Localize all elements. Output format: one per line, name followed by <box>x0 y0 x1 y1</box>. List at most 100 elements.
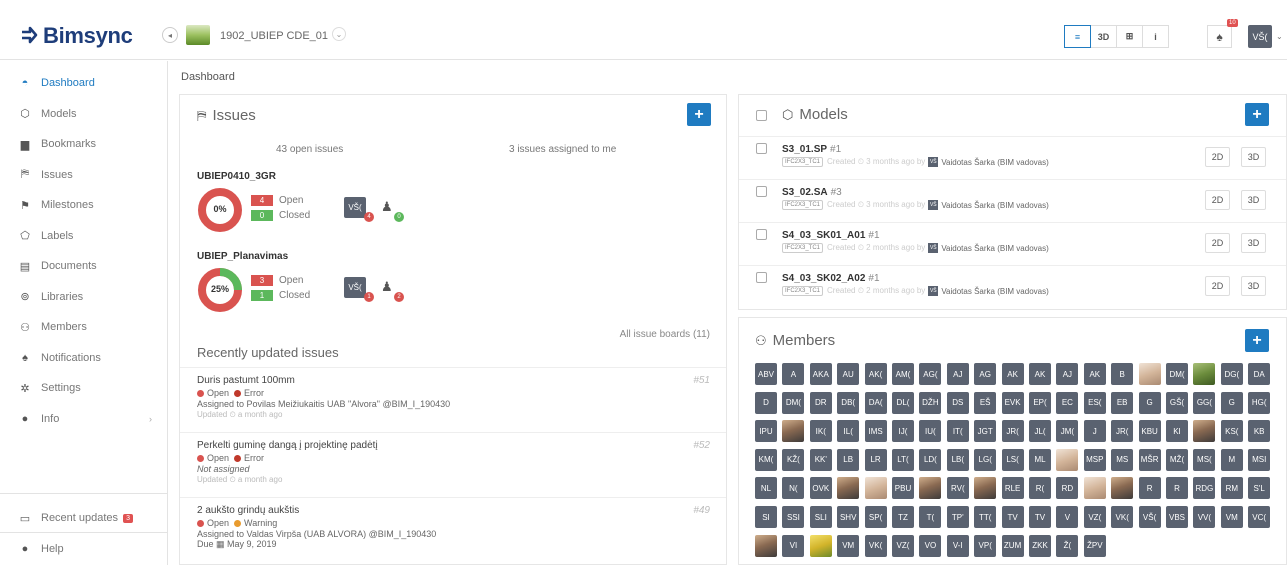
open-2d-button[interactable]: 2D <box>1205 233 1230 253</box>
member-avatar[interactable]: RD <box>1056 477 1079 500</box>
member-avatar[interactable]: OVK <box>809 477 832 500</box>
member-avatar[interactable]: VP( <box>974 534 997 557</box>
member-avatar[interactable]: AM( <box>892 363 914 385</box>
add-model-button[interactable]: + <box>1245 103 1269 126</box>
member-avatar[interactable]: JR( <box>1111 420 1134 443</box>
open-issues-count[interactable]: 43 open issues <box>276 144 343 155</box>
sidebar-item-recent-updates[interactable]: ▭ Recent updates 3 <box>0 506 168 530</box>
view-button-list[interactable]: ≡ <box>1064 25 1091 48</box>
member-avatar[interactable]: AJ <box>1056 363 1079 385</box>
add-issue-button[interactable]: + <box>687 103 711 126</box>
member-avatar[interactable]: VZ( <box>1083 506 1106 528</box>
recent-issue-item[interactable]: Perkelti guminę dangą į projektinę padėt… <box>180 432 726 497</box>
collapse-sidebar-button[interactable]: ◂ <box>162 27 178 43</box>
open-3d-button[interactable]: 3D <box>1241 190 1266 210</box>
member-avatar[interactable]: DB( <box>837 391 860 414</box>
member-avatar[interactable]: DG( <box>1220 363 1243 385</box>
member-avatar[interactable]: JL( <box>1029 420 1051 443</box>
member-avatar[interactable]: EVK <box>1001 391 1024 414</box>
sidebar-item-milestones[interactable]: ⚑ Milestones <box>0 193 168 217</box>
member-avatar[interactable]: SLI <box>809 506 832 528</box>
member-photo-avatar[interactable] <box>837 477 860 500</box>
member-avatar[interactable]: AKA <box>809 363 832 385</box>
member-avatar[interactable]: LB <box>837 448 860 471</box>
member-avatar[interactable]: SI <box>755 506 777 528</box>
member-avatar[interactable]: MS <box>1111 448 1134 471</box>
sidebar-item-help[interactable]: ● Help <box>0 537 168 561</box>
member-avatar[interactable]: DM( <box>1166 363 1188 385</box>
member-avatar[interactable]: ES( <box>1083 391 1106 414</box>
member-avatar[interactable]: V-I <box>946 534 969 557</box>
member-avatar[interactable]: VBS <box>1166 506 1188 528</box>
member-avatar[interactable]: T( <box>919 506 942 528</box>
member-avatar[interactable]: VZ( <box>892 534 914 557</box>
member-avatar[interactable]: HG( <box>1248 391 1271 414</box>
member-avatar[interactable]: EŠ <box>974 391 997 414</box>
member-avatar[interactable]: EB <box>1111 391 1134 414</box>
model-row[interactable]: S4_03_SK02_A02 #1 IFC2X3_TC1 Created ⏲ 2 mo… <box>739 265 1286 305</box>
member-avatar[interactable]: PBU <box>892 477 914 500</box>
issue-board-donut[interactable]: 0% <box>197 187 243 233</box>
member-avatar[interactable]: ZKK <box>1029 534 1051 557</box>
member-avatar[interactable]: MŠR <box>1138 448 1161 471</box>
model-name[interactable]: S4_03_SK02_A02 #1 <box>782 273 880 284</box>
model-checkbox[interactable] <box>756 186 767 197</box>
member-avatar[interactable]: VO <box>919 534 942 557</box>
view-button-split[interactable]: ⊞ <box>1116 25 1143 48</box>
member-photo-avatar[interactable] <box>809 534 832 557</box>
board-assignee-avatar[interactable]: VŠ( <box>344 277 366 298</box>
member-avatar[interactable]: IT( <box>946 420 969 443</box>
member-photo-avatar[interactable] <box>1083 477 1106 500</box>
issue-board-title[interactable]: UBIEP_Planavimas <box>197 251 288 262</box>
member-photo-avatar[interactable] <box>1111 477 1134 500</box>
model-name[interactable]: S4_03_SK01_A01 #1 <box>782 230 880 241</box>
board-open-row[interactable]: 3 Open <box>251 275 303 286</box>
member-avatar[interactable]: NL <box>755 477 777 500</box>
sidebar-item-info[interactable]: ● Info › <box>0 407 168 431</box>
member-avatar[interactable]: RM <box>1220 477 1243 500</box>
board-open-row[interactable]: 4 Open <box>251 195 303 206</box>
member-avatar[interactable]: B <box>1111 363 1134 385</box>
member-avatar[interactable]: AK <box>1083 363 1106 385</box>
member-photo-avatar[interactable] <box>1056 448 1079 471</box>
member-avatar[interactable]: MŽ( <box>1166 448 1188 471</box>
member-avatar[interactable]: TV <box>1029 506 1051 528</box>
member-avatar[interactable]: DA( <box>864 391 887 414</box>
member-avatar[interactable]: IJ( <box>892 420 914 443</box>
member-avatar[interactable]: DR <box>809 391 832 414</box>
member-avatar[interactable]: VM <box>1220 506 1243 528</box>
model-checkbox[interactable] <box>756 229 767 240</box>
member-avatar[interactable]: V <box>1056 506 1079 528</box>
member-avatar[interactable]: N( <box>782 477 805 500</box>
user-menu-chevron-icon[interactable]: ⌄ <box>1276 32 1283 41</box>
member-avatar[interactable]: DS <box>946 391 969 414</box>
member-avatar[interactable]: ŽPV <box>1083 534 1106 557</box>
sidebar-item-issues[interactable]: ⛿ Issues <box>0 163 168 187</box>
member-avatar[interactable]: DŽH <box>919 391 942 414</box>
member-avatar[interactable]: KBU <box>1138 420 1161 443</box>
member-avatar[interactable]: VV( <box>1193 506 1216 528</box>
member-avatar[interactable]: AJ <box>946 363 969 385</box>
all-issue-boards-link[interactable]: All issue boards (11) <box>620 329 710 340</box>
member-avatar[interactable]: SP( <box>864 506 887 528</box>
recent-issue-item[interactable]: Duris pastumt 100mm #51 Open Error Assigned … <box>180 367 726 432</box>
member-avatar[interactable]: AK( <box>864 363 887 385</box>
member-avatar[interactable]: EC <box>1056 391 1079 414</box>
brand-logo[interactable]: Bimsync <box>18 23 133 49</box>
sidebar-item-models[interactable]: ⬡ Models <box>0 102 168 126</box>
member-avatar[interactable]: LD( <box>919 448 942 471</box>
member-avatar[interactable]: KK' <box>809 448 832 471</box>
member-photo-avatar[interactable] <box>1138 363 1161 385</box>
issue-title[interactable]: Perkelti guminę dangą į projektinę padėt… <box>197 440 378 451</box>
member-avatar[interactable]: G <box>1138 391 1161 414</box>
sidebar-item-bookmarks[interactable]: ▆ Bookmarks <box>0 132 168 156</box>
member-avatar[interactable]: RV( <box>946 477 969 500</box>
member-avatar[interactable]: GG( <box>1193 391 1216 414</box>
issue-board-donut[interactable]: 25% <box>197 267 243 313</box>
recent-issue-item[interactable]: 2 aukšto grindų aukštis #49 Open Warning Ass… <box>180 497 726 565</box>
member-avatar[interactable]: Ž( <box>1056 534 1079 557</box>
member-avatar[interactable]: AG( <box>919 363 942 385</box>
member-avatar[interactable]: ML <box>1029 448 1051 471</box>
member-avatar[interactable]: MSI <box>1248 448 1271 471</box>
sidebar-item-members[interactable]: ⚇ Members <box>0 315 168 339</box>
